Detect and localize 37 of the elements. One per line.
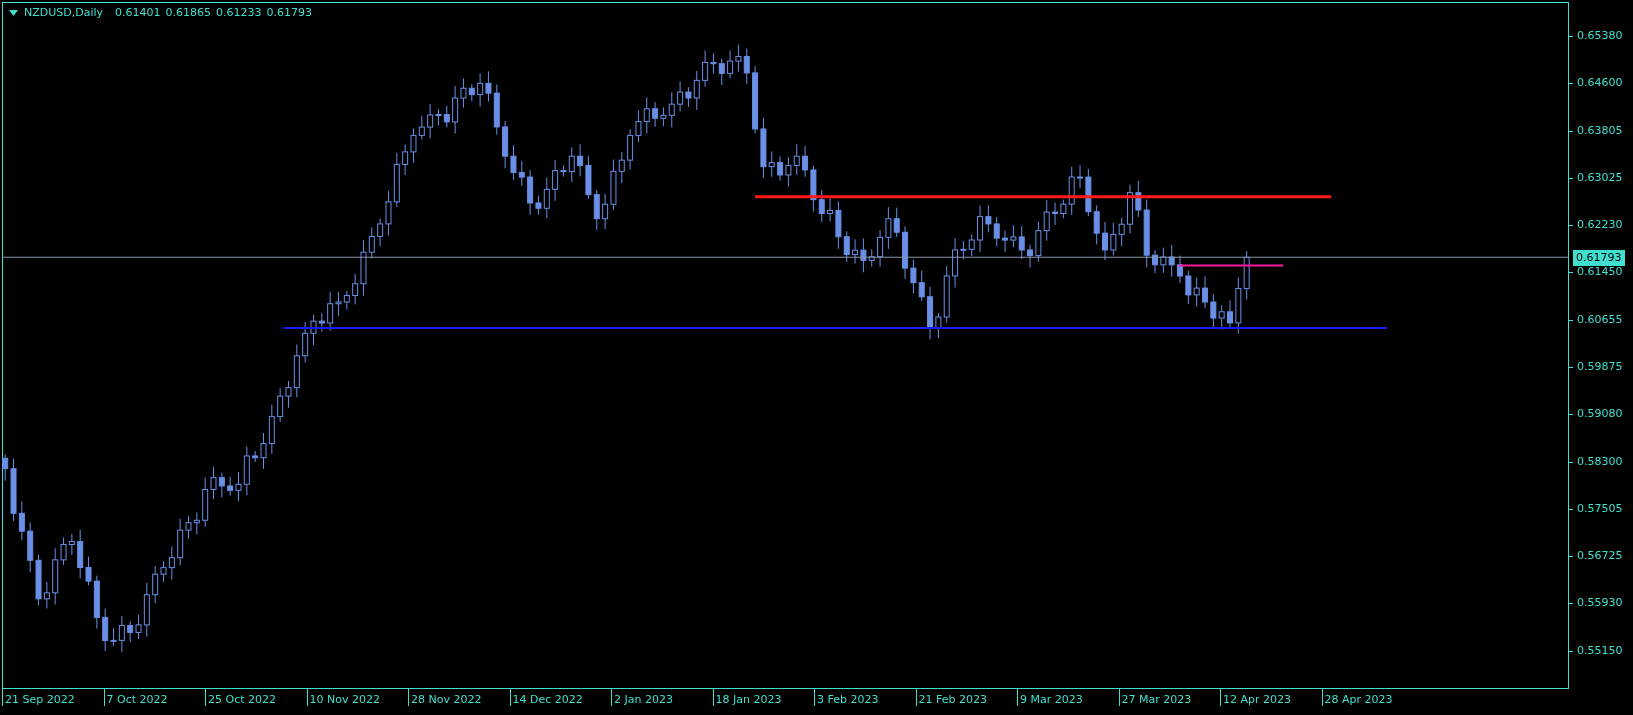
- price-axis-label: 0.65380: [1569, 27, 1633, 75]
- resistance-line[interactable]: [755, 195, 1332, 199]
- price-axis-label: 0.63025: [1569, 168, 1633, 217]
- time-axis-label: 9 Mar 2023: [1017, 689, 1119, 706]
- current-price-tag: 0.61793: [1573, 250, 1625, 266]
- price-axis-label: 0.60655: [1569, 310, 1633, 358]
- price-axis-label: 0.59080: [1569, 405, 1633, 453]
- price-axis-label: 0.63805: [1569, 121, 1633, 169]
- time-axis-label: 28 Nov 2022: [408, 689, 510, 706]
- time-axis-label: 27 Mar 2023: [1118, 689, 1220, 706]
- time-axis-label: 28 Apr 2023: [1321, 689, 1423, 706]
- time-axis-label: 12 Apr 2023: [1220, 689, 1322, 706]
- time-axis-label: 7 Oct 2022: [103, 689, 205, 706]
- price-axis-label: 0.61450: [1569, 263, 1633, 311]
- time-axis-label: 10 Nov 2022: [306, 689, 408, 706]
- price-axis-label: 0.59875: [1569, 357, 1633, 406]
- price-axis-label: 0.58300: [1569, 452, 1633, 500]
- price-axis-label: 0.55150: [1569, 641, 1633, 689]
- time-axis-label: 21 Sep 2022: [2, 689, 104, 706]
- time-axis-label: 18 Jan 2023: [712, 689, 814, 706]
- collapse-triangle-icon[interactable]: [9, 10, 18, 16]
- time-axis-label: 21 Feb 2023: [915, 689, 1017, 706]
- price-axis-label: 0.55930: [1569, 594, 1633, 642]
- symbol-timeframe-label: NZDUSD,Daily: [24, 6, 104, 20]
- ohlc-value: 0.61233: [216, 6, 262, 20]
- ohlc-value: 0.61401: [115, 6, 161, 20]
- price-axis-label: 0.57505: [1569, 499, 1633, 548]
- time-axis-label: 2 Jan 2023: [611, 689, 713, 706]
- ohlc-value: 0.61793: [266, 6, 313, 20]
- horizontal-line[interactable]: [1178, 264, 1285, 267]
- support-line[interactable]: [282, 327, 1389, 330]
- price-axis-label: 0.64600: [1569, 74, 1633, 122]
- time-axis-label: 25 Oct 2022: [205, 689, 307, 706]
- time-axis-label: 14 Dec 2022: [509, 689, 611, 706]
- ohlc-value: 0.61865: [165, 6, 212, 20]
- price-axis-label: 0.56725: [1569, 547, 1633, 595]
- time-axis-label: 3 Feb 2023: [814, 689, 916, 706]
